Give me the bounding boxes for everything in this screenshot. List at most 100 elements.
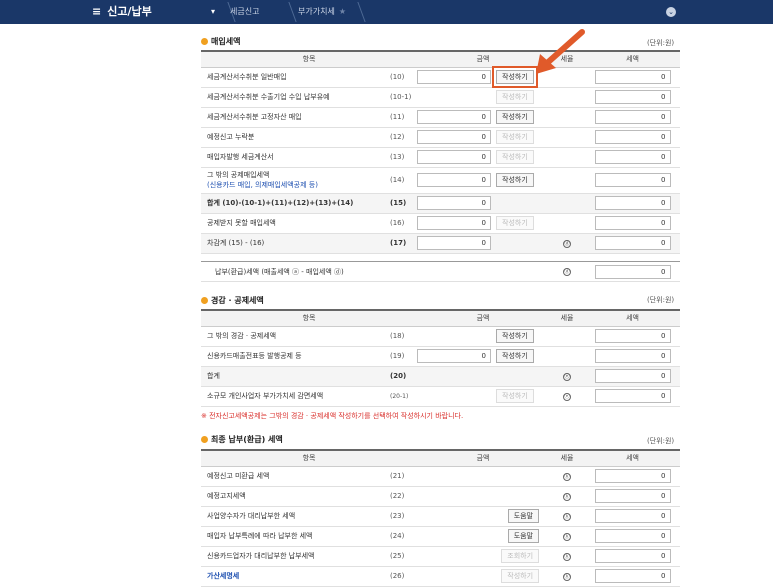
tax-input[interactable]: 0 — [594, 70, 671, 84]
help-button[interactable]: 도움말 — [507, 509, 540, 523]
amount-input[interactable]: 0 — [417, 110, 492, 124]
row-label: 세금계산서수취분 고정자산 매입 — [201, 107, 387, 128]
write-button[interactable]: 작성하기 — [496, 90, 534, 104]
row-number: (12) — [387, 127, 418, 148]
row-label: 신용카드업자가 대리납부한 납부세액 — [201, 546, 387, 567]
breadcrumb-tax-report[interactable]: 세금신고 — [230, 3, 259, 21]
star-icon[interactable]: ★ — [339, 7, 346, 16]
rate-cell — [549, 326, 586, 347]
tax-input[interactable]: 0 — [594, 236, 671, 250]
row-label: 그 밖의 공제매입세액 (신용카드 매입, 의제매입세액공제 등) — [201, 167, 387, 194]
table-row: 매입자발행 세금계산서 (13) 0 작성하기 0 — [201, 147, 681, 168]
write-button[interactable]: 작성하기 — [496, 349, 534, 363]
table-header-row: 항목 금액 세율 세액 — [201, 309, 681, 327]
write-button[interactable]: 작성하기 — [496, 389, 534, 403]
amount-input[interactable]: 0 — [417, 236, 492, 250]
amount-input[interactable]: 0 — [417, 150, 492, 164]
reduction-table: 항목 금액 세율 세액 그 밖의 경감 · 공제세액 (18) 작성하기 0 신… — [201, 309, 681, 407]
amount-cell — [417, 366, 550, 387]
header-tax: 세액 — [585, 309, 681, 327]
write-button[interactable]: 작성하기 — [496, 130, 534, 144]
table-row: 신용카드매출전표등 발행공제 등 (19) 0 작성하기 0 — [201, 346, 681, 367]
write-button[interactable]: 작성하기 — [496, 110, 534, 124]
amount-input[interactable]: 0 — [417, 130, 492, 144]
tax-input[interactable]: 0 — [594, 196, 671, 210]
amount-input[interactable]: 0 — [417, 216, 492, 230]
breadcrumb-separator — [348, 2, 366, 22]
amount-input[interactable]: 0 — [417, 196, 492, 210]
tax-input[interactable]: 0 — [594, 349, 671, 363]
row-number: (16) — [387, 213, 418, 234]
row-number: (18) — [387, 326, 418, 347]
table-row: 가산세명세 (26) 작성하기 ⓑ 0 — [201, 566, 681, 587]
rate-symbol: ⓑ — [563, 572, 572, 581]
rate-cell — [549, 167, 586, 194]
table-header-row: 항목 금액 세율 세액 — [201, 50, 681, 68]
section-title-text: 경감 · 공제세액 — [211, 296, 264, 305]
rate-cell — [549, 107, 586, 128]
rate-cell — [549, 87, 586, 108]
rate-symbol: ⓓ — [563, 239, 572, 248]
tax-input[interactable]: 0 — [594, 329, 671, 343]
write-button[interactable]: 작성하기 — [501, 569, 540, 583]
amount-input[interactable]: 0 — [417, 70, 492, 84]
payable-label: 납부(환급)세액 (매출세액 ⓐ - 매입세액 ⓓ) — [201, 261, 549, 282]
main-menu-button[interactable]: ≡ 신고/납부 — [92, 0, 152, 24]
final-tax-table: 항목 금액 세율 세액 예정신고 미환급 세액 (21) ⓑ 0 예정고지세액 … — [201, 449, 681, 587]
row-label: 합계 (10)-(10-1)+(11)+(12)+(13)+(14) — [201, 193, 387, 214]
row-label-line2: (신용카드 매입, 의제매입세액공제 등) — [207, 181, 318, 189]
table-row: 공제받지 못할 매입세액 (16) 0 작성하기 0 — [201, 213, 681, 234]
row-number: (17) — [387, 233, 418, 254]
row-number: (25) — [387, 546, 418, 567]
breadcrumb-label: 세금신고 — [230, 7, 260, 16]
amount-cell — [417, 466, 550, 487]
tax-input[interactable]: 0 — [594, 150, 671, 164]
row-label: 사업양수자가 대리납부한 세액 — [201, 506, 387, 527]
tax-input[interactable]: 0 — [594, 90, 671, 104]
table-row: 매입자 납부특례에 따라 납부한 세액 (24) 도움말 ⓑ 0 — [201, 526, 681, 547]
table-row: 예정신고 누락분 (12) 0 작성하기 0 — [201, 127, 681, 148]
tax-input[interactable]: 0 — [594, 110, 671, 124]
tax-input[interactable]: 0 — [594, 216, 671, 230]
tax-input[interactable]: 0 — [594, 489, 671, 503]
payable-tax-input[interactable]: 0 — [594, 264, 671, 279]
amount-input[interactable]: 0 — [417, 349, 492, 363]
tax-input[interactable]: 0 — [594, 569, 671, 583]
tax-input[interactable]: 0 — [594, 509, 671, 523]
tax-input[interactable]: 0 — [594, 529, 671, 543]
breadcrumb-vat[interactable]: 부가가치세 ★ — [298, 3, 346, 21]
tax-input[interactable]: 0 — [594, 389, 671, 403]
notice-text: ※ 전자신고세액공제는 그밖의 경감 · 공제세액 작성하기를 선택하여 작성하… — [201, 412, 464, 420]
row-number: (10-1) — [387, 87, 418, 108]
tax-input[interactable]: 0 — [594, 369, 671, 383]
rate-symbol: ⓑ — [563, 552, 572, 561]
header-item: 항목 — [201, 50, 418, 68]
write-button[interactable]: 작성하기 — [496, 173, 534, 187]
tax-input[interactable]: 0 — [594, 173, 671, 187]
row-number: (26) — [387, 566, 418, 587]
row-number: (22) — [387, 486, 418, 507]
help-button[interactable]: 도움말 — [507, 529, 540, 543]
row-label: 예정신고 미환급 세액 — [201, 466, 387, 487]
row-label: 세금계산서수취분 수출기업 수입 납부유예 — [201, 87, 387, 108]
row-number: (20-1) — [387, 386, 418, 407]
hamburger-icon: ≡ — [92, 5, 102, 18]
tax-input[interactable]: 0 — [594, 469, 671, 483]
row-number: (14) — [387, 167, 418, 194]
chevron-down-icon[interactable]: ▾ — [211, 0, 215, 24]
rate-symbol: ⓔ — [563, 392, 572, 401]
row-number: (10) — [387, 67, 418, 88]
lookup-button[interactable]: 조회하기 — [501, 549, 540, 563]
section-title-text: 매입세액 — [211, 37, 241, 46]
expand-circle-icon[interactable]: ⌄ — [666, 7, 676, 17]
tax-input[interactable]: 0 — [594, 130, 671, 144]
section-title-final: 최종 납부(환급) 세액 — [201, 434, 283, 445]
write-button[interactable]: 작성하기 — [496, 216, 534, 230]
write-button[interactable]: 작성하기 — [496, 329, 534, 343]
table-row: 세금계산서수취분 수출기업 수입 납부유예 (10-1) 작성하기 0 — [201, 87, 681, 108]
amount-input[interactable]: 0 — [417, 173, 492, 187]
row-label-link[interactable]: 가산세명세 — [207, 572, 239, 580]
write-button[interactable]: 작성하기 — [496, 150, 534, 164]
tax-input[interactable]: 0 — [594, 549, 671, 563]
bullet-icon — [201, 436, 208, 443]
